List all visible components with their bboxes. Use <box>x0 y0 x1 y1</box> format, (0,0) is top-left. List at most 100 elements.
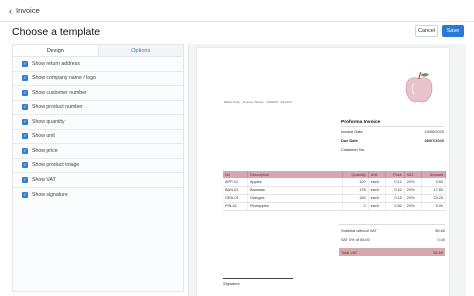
cell-quantity: 178 <box>342 186 369 195</box>
checkbox-checked-icon[interactable]: ✓ <box>22 89 28 96</box>
option-label: Show product number <box>32 104 83 111</box>
checkbox-checked-icon[interactable]: ✓ <box>22 176 28 183</box>
cell-price: 2.50 <box>385 202 405 211</box>
cell-amount: 5.00 <box>421 202 447 211</box>
signature-label: Signature <box>223 281 240 286</box>
page-title: Choose a template <box>12 26 101 38</box>
cancel-button[interactable]: Cancel <box>415 25 438 37</box>
signature-line <box>223 278 293 279</box>
cell-description: Oranges <box>247 194 343 203</box>
panel-tabs: Design Options <box>13 45 183 57</box>
option-show-customer-number[interactable]: ✓ Show customer number <box>13 86 183 101</box>
option-show-vat[interactable]: ✓ Show VAT <box>13 173 183 188</box>
due-date-row: Due Date 08/07/2020 <box>341 138 444 143</box>
col-vat: VAT <box>404 171 422 178</box>
due-date-value: 08/07/2020 <box>424 138 444 143</box>
app-title: Invoice <box>16 6 40 15</box>
checkbox-checked-icon[interactable]: ✓ <box>22 60 28 67</box>
checkbox-checked-icon[interactable]: ✓ <box>22 147 28 154</box>
table-row: PIN-01 Pineapples 2 each 2.50 20% 5.00 <box>223 202 447 211</box>
customer-number-row: Customer No. <box>341 147 444 152</box>
checkbox-checked-icon[interactable]: ✓ <box>22 118 28 125</box>
option-show-quantity[interactable]: ✓ Show quantity <box>13 115 183 130</box>
col-quantity: Quantity <box>342 171 369 178</box>
checkbox-checked-icon[interactable]: ✓ <box>22 191 28 198</box>
cell-unit: each <box>368 178 387 187</box>
divider <box>341 126 444 127</box>
option-label: Show signature <box>32 191 68 198</box>
cell-price: 0.12 <box>385 178 405 187</box>
customer-number-label: Customer No. <box>341 147 365 152</box>
top-bar: ‹ Invoice <box>0 0 474 22</box>
cell-price: 0.10 <box>385 186 405 195</box>
cell-price: 0.15 <box>385 194 405 203</box>
vat-value: 0.00 <box>437 237 445 242</box>
apple-logo-icon <box>405 71 433 103</box>
cell-vat: 20% <box>404 194 422 203</box>
invoice-date-row: Invoice Date 24/06/2020 <box>341 129 444 134</box>
checkbox-checked-icon[interactable]: ✓ <box>22 104 28 111</box>
due-date-label: Due Date <box>341 138 358 143</box>
table-row: ORA-01 Oranges 155 each 0.15 20% 23.25 <box>223 194 447 203</box>
checkbox-checked-icon[interactable]: ✓ <box>22 75 28 82</box>
tab-design[interactable]: Design <box>13 45 99 56</box>
cell-no: ORA-01 <box>223 194 248 203</box>
checkbox-checked-icon[interactable]: ✓ <box>22 133 28 140</box>
option-label: Show return address <box>32 60 80 67</box>
col-price: Price <box>385 171 405 178</box>
total-row: Total VAT 55.60 <box>339 248 445 256</box>
subtotal-label: Subtotal without VAT <box>341 228 377 233</box>
option-label: Show unit <box>32 133 55 140</box>
option-label: Show customer number <box>32 89 87 96</box>
template-options-panel: Design Options ✓ Show return address ✓ Sho… <box>12 44 184 292</box>
cell-vat: 20% <box>404 202 422 211</box>
vat-label: VAT 0% of 55.60 <box>341 237 370 242</box>
tab-options[interactable]: Options <box>98 45 183 56</box>
divider <box>339 224 445 225</box>
total-label: Total VAT <box>341 249 358 255</box>
option-show-price[interactable]: ✓ Show price <box>13 144 183 159</box>
checkbox-checked-icon[interactable]: ✓ <box>22 162 28 169</box>
cell-amount: 9.60 <box>421 178 447 187</box>
col-description: Description <box>247 171 343 178</box>
option-show-unit[interactable]: ✓ Show unit <box>13 130 183 144</box>
invoice-title: Proforma Invoice <box>341 120 381 125</box>
option-label: Show product image <box>32 162 80 169</box>
table-header-row: No Description Quantity Unit Price VAT A… <box>223 171 447 178</box>
option-show-signature[interactable]: ✓ Show signature <box>13 188 183 203</box>
cell-no: APP-01 <box>223 178 248 187</box>
options-list: ✓ Show return address ✓ Show company name … <box>13 57 183 202</box>
subtotal-value: 55.60 <box>435 228 445 233</box>
col-unit: Unit <box>368 171 387 178</box>
cell-description: Apples <box>247 178 343 187</box>
option-show-company-name[interactable]: ✓ Show company name / logo <box>13 72 183 86</box>
subtotal-row: Subtotal without VAT 55.60 <box>341 228 445 233</box>
cell-unit: each <box>368 186 387 195</box>
cell-vat: 20% <box>404 178 422 187</box>
col-no: No <box>223 171 248 178</box>
cell-quantity: 155 <box>342 194 369 203</box>
table-row: APP-01 Apples 120 each 0.12 20% 9.60 <box>223 178 447 187</box>
invoice-items-table: No Description Quantity Unit Price VAT A… <box>223 171 447 211</box>
col-amount: Amount <box>421 171 447 178</box>
option-show-return-address[interactable]: ✓ Show return address <box>13 57 183 72</box>
option-label: Show quantity <box>32 118 65 125</box>
table-row: BAN-01 Bananas 178 each 0.10 20% 17.80 <box>223 186 447 195</box>
option-label: Show VAT <box>32 176 56 183</box>
cell-quantity: 2 <box>342 202 369 211</box>
chevron-left-icon[interactable]: ‹ <box>9 6 12 16</box>
option-label: Show company name / logo <box>32 75 97 82</box>
cell-amount: 17.80 <box>421 186 447 195</box>
invoice-preview-area: Rabby Fruits · 11 Green Terrace · LONDON… <box>188 44 466 296</box>
option-show-product-image[interactable]: ✓ Show product image <box>13 159 183 173</box>
total-value: 55.60 <box>433 249 443 255</box>
sender-address: Rabby Fruits · 11 Green Terrace · LONDON… <box>224 100 292 104</box>
vat-row: VAT 0% of 55.60 0.00 <box>341 237 445 242</box>
save-button[interactable]: Save <box>442 25 464 37</box>
cell-description: Pineapples <box>247 202 343 211</box>
option-show-product-number[interactable]: ✓ Show product number <box>13 101 183 115</box>
cell-unit: each <box>368 194 387 203</box>
cell-amount: 23.25 <box>421 194 447 203</box>
cell-unit: each <box>368 202 387 211</box>
invoice-date-value: 24/06/2020 <box>424 129 444 134</box>
